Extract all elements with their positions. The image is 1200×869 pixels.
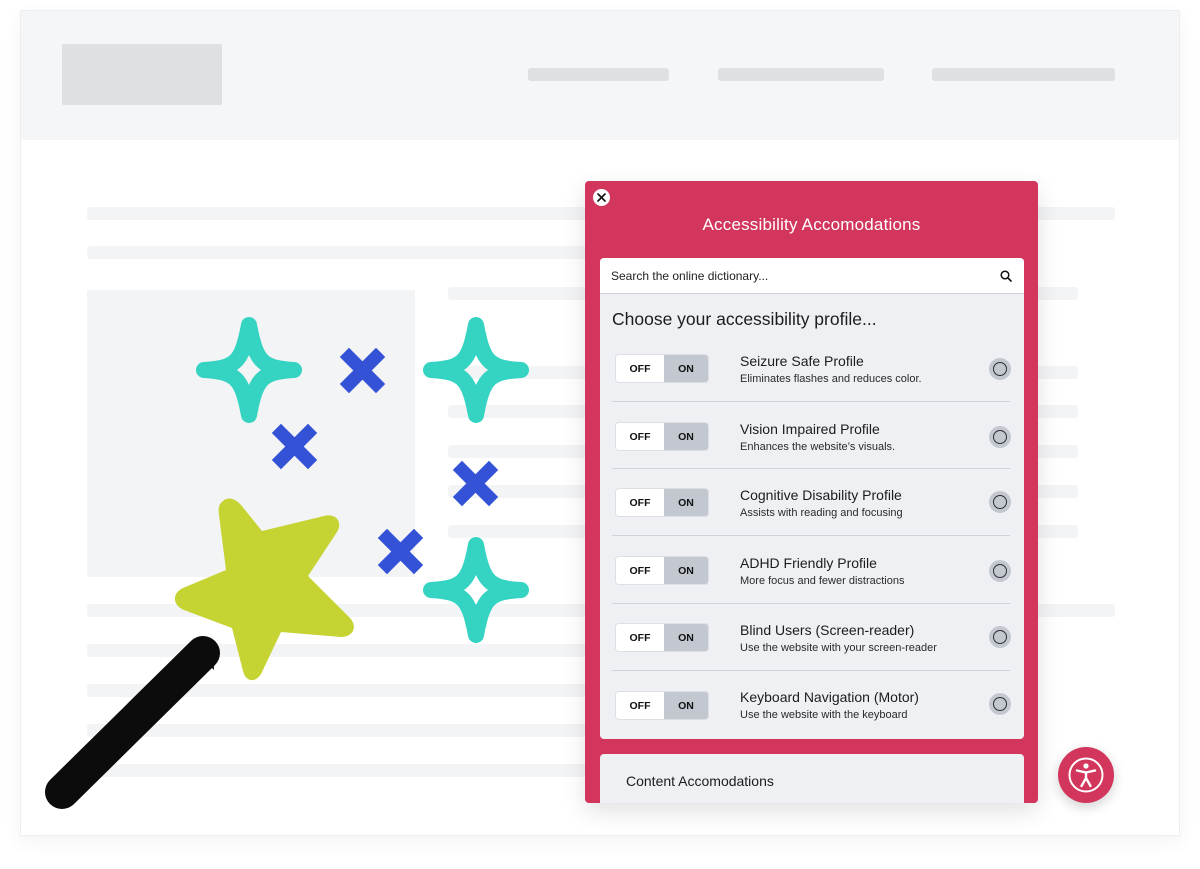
radio-inner-icon <box>993 697 1007 711</box>
profile-toggle[interactable]: OFF ON <box>616 624 708 651</box>
profile-toggle[interactable]: OFF ON <box>616 423 708 450</box>
profile-radio[interactable] <box>989 693 1011 715</box>
profile-row-cognitive-disability: OFF ON Cognitive Disability Profile Assi… <box>612 469 1011 536</box>
profile-name: Seizure Safe Profile <box>740 353 864 369</box>
text-line-placeholder <box>87 246 647 259</box>
profile-description: Use the website with the keyboard <box>740 709 908 721</box>
profile-row-vision-impaired: OFF ON Vision Impaired Profile Enhances … <box>612 402 1011 469</box>
profile-toggle[interactable]: OFF ON <box>616 489 708 516</box>
toggle-on-button[interactable]: ON <box>664 423 708 450</box>
profile-radio[interactable] <box>989 560 1011 582</box>
widget-title: Accessibility Accomodations <box>702 215 921 234</box>
nav-placeholder <box>718 68 884 81</box>
profile-description: Assists with reading and focusing <box>740 507 903 519</box>
profile-name: ADHD Friendly Profile <box>740 555 877 571</box>
radio-inner-icon <box>993 564 1007 578</box>
profile-row-adhd-friendly: OFF ON ADHD Friendly Profile More focus … <box>612 536 1011 604</box>
radio-inner-icon <box>993 630 1007 644</box>
profile-name: Cognitive Disability Profile <box>740 487 902 503</box>
accessibility-button[interactable] <box>1058 747 1114 803</box>
text-line-placeholder <box>87 684 647 697</box>
profile-name: Vision Impaired Profile <box>740 421 880 437</box>
toggle-off-button[interactable]: OFF <box>616 423 664 450</box>
toggle-on-button[interactable]: ON <box>664 624 708 651</box>
profile-row-seizure-safe: OFF ON Seizure Safe Profile Eliminates f… <box>612 334 1011 402</box>
toggle-off-button[interactable]: OFF <box>616 624 664 651</box>
toggle-off-button[interactable]: OFF <box>616 692 664 719</box>
profile-heading: Choose your accessibility profile... <box>612 309 877 329</box>
toggle-on-button[interactable]: ON <box>664 489 708 516</box>
image-placeholder <box>87 290 415 577</box>
content-accommodations-section[interactable]: Content Accomodations <box>600 754 1024 803</box>
radio-inner-icon <box>993 495 1007 509</box>
search-input[interactable]: Search the online dictionary... <box>611 269 999 283</box>
profile-toggle[interactable]: OFF ON <box>616 355 708 382</box>
site-header <box>21 11 1179 140</box>
search-icon[interactable] <box>999 269 1013 283</box>
toggle-off-button[interactable]: OFF <box>616 355 664 382</box>
search-field[interactable]: Search the online dictionary... <box>600 258 1024 294</box>
profile-toggle[interactable]: OFF ON <box>616 692 708 719</box>
toggle-on-button[interactable]: ON <box>664 692 708 719</box>
text-line-placeholder <box>87 724 647 737</box>
profile-name: Blind Users (Screen-reader) <box>740 622 915 638</box>
accessibility-person-icon <box>1068 757 1104 793</box>
radio-inner-icon <box>993 362 1007 376</box>
toggle-on-button[interactable]: ON <box>664 557 708 584</box>
profile-description: Enhances the website’s visuals. <box>740 441 896 453</box>
profile-description: More focus and fewer distractions <box>740 575 905 587</box>
toggle-on-button[interactable]: ON <box>664 355 708 382</box>
profile-radio[interactable] <box>989 426 1011 448</box>
toggle-off-button[interactable]: OFF <box>616 557 664 584</box>
profile-radio[interactable] <box>989 491 1011 513</box>
nav-placeholder <box>932 68 1115 81</box>
toggle-off-button[interactable]: OFF <box>616 489 664 516</box>
profile-description: Eliminates flashes and reduces color. <box>740 373 922 385</box>
profile-description: Use the website with your screen-reader <box>740 642 937 654</box>
profile-toggle[interactable]: OFF ON <box>616 557 708 584</box>
profile-name: Keyboard Navigation (Motor) <box>740 689 919 705</box>
radio-inner-icon <box>993 430 1007 444</box>
close-icon <box>597 193 606 202</box>
profiles-panel: Search the online dictionary... Choose y… <box>600 258 1024 739</box>
close-button[interactable] <box>593 189 610 206</box>
profile-radio[interactable] <box>989 626 1011 648</box>
nav-placeholder <box>528 68 669 81</box>
profile-row-keyboard-navigation: OFF ON Keyboard Navigation (Motor) Use t… <box>612 671 1011 738</box>
text-line-placeholder <box>87 644 647 657</box>
logo-placeholder <box>62 44 222 105</box>
text-line-placeholder <box>87 764 647 777</box>
profile-row-blind-users: OFF ON Blind Users (Screen-reader) Use t… <box>612 604 1011 671</box>
accessibility-widget: Accessibility Accomodations Search the o… <box>585 181 1038 803</box>
profile-radio[interactable] <box>989 358 1011 380</box>
